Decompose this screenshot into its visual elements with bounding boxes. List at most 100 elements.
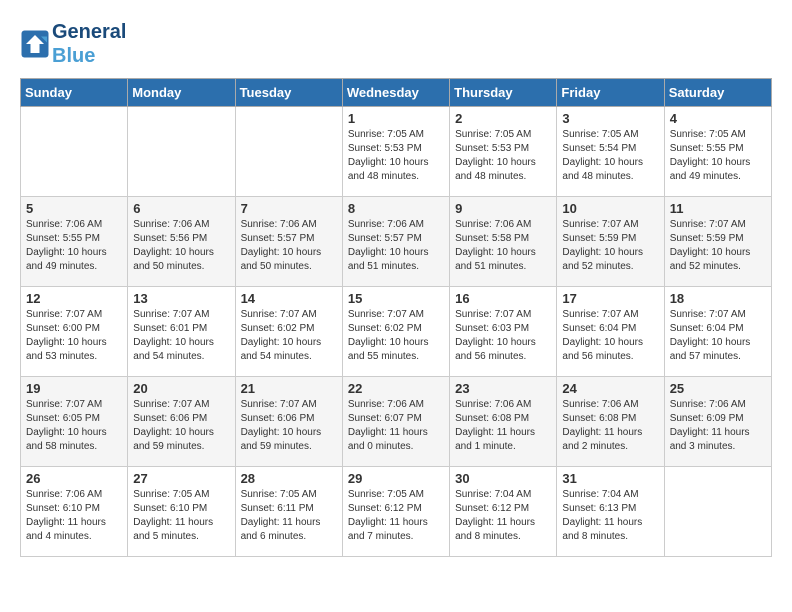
day-cell: 23 Sunrise: 7:06 AM Sunset: 6:08 PM Dayli… <box>450 377 557 467</box>
day-number: 16 <box>455 291 551 306</box>
day-number: 11 <box>670 201 766 216</box>
day-number: 8 <box>348 201 444 216</box>
day-info: Sunrise: 7:04 AM Sunset: 6:12 PM Dayligh… <box>455 488 551 544</box>
day-number: 3 <box>562 111 658 126</box>
day-cell: 16Sunrise: 7:07 AM Sunset: 6:03 PM Dayli… <box>450 287 557 377</box>
day-number: 31 <box>562 471 658 486</box>
day-number: 15 <box>348 291 444 306</box>
day-info: Sunrise: 7:05 AM Sunset: 5:55 PM Dayligh… <box>670 128 766 184</box>
day-info: Sunrise: 7:07 AM Sunset: 6:02 PM Dayligh… <box>241 308 337 364</box>
day-cell <box>235 107 342 197</box>
day-info: Sunrise: 7:06 AM Sunset: 6:08 PM Dayligh… <box>562 398 658 454</box>
day-cell: 6Sunrise: 7:06 AM Sunset: 5:56 PM Daylig… <box>128 197 235 287</box>
day-number: 21 <box>241 381 337 396</box>
day-info: Sunrise: 7:05 AM Sunset: 6:10 PM Dayligh… <box>133 488 229 544</box>
week-row-4: 19 Sunrise: 7:07 AM Sunset: 6:05 PM Dayli… <box>21 377 772 467</box>
day-info: Sunrise: 7:06 AM Sunset: 5:58 PM Dayligh… <box>455 218 551 274</box>
day-number: 18 <box>670 291 766 306</box>
day-cell <box>128 107 235 197</box>
day-cell: 9 Sunrise: 7:06 AM Sunset: 5:58 PM Daylig… <box>450 197 557 287</box>
day-cell: 4 Sunrise: 7:05 AM Sunset: 5:55 PM Daylig… <box>664 107 771 197</box>
week-row-2: 5 Sunrise: 7:06 AM Sunset: 5:55 PM Daylig… <box>21 197 772 287</box>
day-info: Sunrise: 7:07 AM Sunset: 6:06 PM Dayligh… <box>133 398 229 454</box>
page-header: General Blue <box>20 20 772 68</box>
day-cell: 13Sunrise: 7:07 AM Sunset: 6:01 PM Dayli… <box>128 287 235 377</box>
day-cell: 20 Sunrise: 7:07 AM Sunset: 6:06 PM Dayli… <box>128 377 235 467</box>
day-cell: 15 Sunrise: 7:07 AM Sunset: 6:02 PM Dayli… <box>342 287 449 377</box>
week-row-1: 1 Sunrise: 7:05 AM Sunset: 5:53 PM Daylig… <box>21 107 772 197</box>
day-cell: 30 Sunrise: 7:04 AM Sunset: 6:12 PM Dayli… <box>450 467 557 557</box>
day-info: Sunrise: 7:06 AM Sunset: 6:10 PM Dayligh… <box>26 488 122 544</box>
day-number: 9 <box>455 201 551 216</box>
day-cell: 7Sunrise: 7:06 AM Sunset: 5:57 PM Daylig… <box>235 197 342 287</box>
day-info: Sunrise: 7:07 AM Sunset: 6:04 PM Dayligh… <box>670 308 766 364</box>
day-number: 28 <box>241 471 337 486</box>
day-cell: 14 Sunrise: 7:07 AM Sunset: 6:02 PM Dayli… <box>235 287 342 377</box>
day-number: 26 <box>26 471 122 486</box>
day-number: 17 <box>562 291 658 306</box>
day-number: 4 <box>670 111 766 126</box>
day-info: Sunrise: 7:07 AM Sunset: 6:01 PM Dayligh… <box>133 308 229 364</box>
logo-text-blue: Blue <box>52 44 126 68</box>
day-info: Sunrise: 7:05 AM Sunset: 5:53 PM Dayligh… <box>348 128 444 184</box>
day-cell: 3 Sunrise: 7:05 AM Sunset: 5:54 PM Daylig… <box>557 107 664 197</box>
day-number: 7 <box>241 201 337 216</box>
day-cell: 25 Sunrise: 7:06 AM Sunset: 6:09 PM Dayli… <box>664 377 771 467</box>
day-info: Sunrise: 7:07 AM Sunset: 6:02 PM Dayligh… <box>348 308 444 364</box>
day-number: 2 <box>455 111 551 126</box>
day-number: 25 <box>670 381 766 396</box>
day-cell: 1 Sunrise: 7:05 AM Sunset: 5:53 PM Daylig… <box>342 107 449 197</box>
day-number: 22 <box>348 381 444 396</box>
day-info: Sunrise: 7:06 AM Sunset: 6:09 PM Dayligh… <box>670 398 766 454</box>
week-row-3: 12 Sunrise: 7:07 AM Sunset: 6:00 PM Dayli… <box>21 287 772 377</box>
weekday-header-tuesday: Tuesday <box>235 79 342 107</box>
logo: General Blue <box>20 20 126 68</box>
day-cell: 11 Sunrise: 7:07 AM Sunset: 5:59 PM Dayli… <box>664 197 771 287</box>
day-info: Sunrise: 7:06 AM Sunset: 6:07 PM Dayligh… <box>348 398 444 454</box>
day-number: 23 <box>455 381 551 396</box>
day-info: Sunrise: 7:07 AM Sunset: 6:00 PM Dayligh… <box>26 308 122 364</box>
day-cell: 24 Sunrise: 7:06 AM Sunset: 6:08 PM Dayli… <box>557 377 664 467</box>
day-cell: 2Sunrise: 7:05 AM Sunset: 5:53 PM Daylig… <box>450 107 557 197</box>
day-cell <box>664 467 771 557</box>
day-number: 29 <box>348 471 444 486</box>
day-cell: 10 Sunrise: 7:07 AM Sunset: 5:59 PM Dayli… <box>557 197 664 287</box>
week-row-5: 26 Sunrise: 7:06 AM Sunset: 6:10 PM Dayli… <box>21 467 772 557</box>
day-info: Sunrise: 7:07 AM Sunset: 5:59 PM Dayligh… <box>670 218 766 274</box>
day-number: 30 <box>455 471 551 486</box>
day-cell: 5 Sunrise: 7:06 AM Sunset: 5:55 PM Daylig… <box>21 197 128 287</box>
day-number: 20 <box>133 381 229 396</box>
weekday-header-thursday: Thursday <box>450 79 557 107</box>
day-number: 27 <box>133 471 229 486</box>
day-number: 5 <box>26 201 122 216</box>
day-number: 10 <box>562 201 658 216</box>
day-number: 14 <box>241 291 337 306</box>
day-number: 19 <box>26 381 122 396</box>
day-info: Sunrise: 7:05 AM Sunset: 5:54 PM Dayligh… <box>562 128 658 184</box>
day-number: 12 <box>26 291 122 306</box>
day-info: Sunrise: 7:05 AM Sunset: 6:12 PM Dayligh… <box>348 488 444 544</box>
day-cell: 18 Sunrise: 7:07 AM Sunset: 6:04 PM Dayli… <box>664 287 771 377</box>
day-number: 1 <box>348 111 444 126</box>
weekday-header-sunday: Sunday <box>21 79 128 107</box>
day-cell: 12 Sunrise: 7:07 AM Sunset: 6:00 PM Dayli… <box>21 287 128 377</box>
weekday-header-row: SundayMondayTuesdayWednesdayThursdayFrid… <box>21 79 772 107</box>
day-cell: 28Sunrise: 7:05 AM Sunset: 6:11 PM Dayli… <box>235 467 342 557</box>
day-info: Sunrise: 7:04 AM Sunset: 6:13 PM Dayligh… <box>562 488 658 544</box>
day-cell: 29 Sunrise: 7:05 AM Sunset: 6:12 PM Dayli… <box>342 467 449 557</box>
day-cell: 19 Sunrise: 7:07 AM Sunset: 6:05 PM Dayli… <box>21 377 128 467</box>
day-info: Sunrise: 7:06 AM Sunset: 5:57 PM Dayligh… <box>348 218 444 274</box>
day-info: Sunrise: 7:06 AM Sunset: 5:55 PM Dayligh… <box>26 218 122 274</box>
day-cell: 22 Sunrise: 7:06 AM Sunset: 6:07 PM Dayli… <box>342 377 449 467</box>
weekday-header-friday: Friday <box>557 79 664 107</box>
day-info: Sunrise: 7:07 AM Sunset: 6:06 PM Dayligh… <box>241 398 337 454</box>
calendar-table: SundayMondayTuesdayWednesdayThursdayFrid… <box>20 78 772 557</box>
day-info: Sunrise: 7:06 AM Sunset: 6:08 PM Dayligh… <box>455 398 551 454</box>
day-info: Sunrise: 7:07 AM Sunset: 6:05 PM Dayligh… <box>26 398 122 454</box>
day-info: Sunrise: 7:07 AM Sunset: 5:59 PM Dayligh… <box>562 218 658 274</box>
weekday-header-monday: Monday <box>128 79 235 107</box>
day-cell: 26 Sunrise: 7:06 AM Sunset: 6:10 PM Dayli… <box>21 467 128 557</box>
weekday-header-wednesday: Wednesday <box>342 79 449 107</box>
day-number: 24 <box>562 381 658 396</box>
day-cell: 31 Sunrise: 7:04 AM Sunset: 6:13 PM Dayli… <box>557 467 664 557</box>
